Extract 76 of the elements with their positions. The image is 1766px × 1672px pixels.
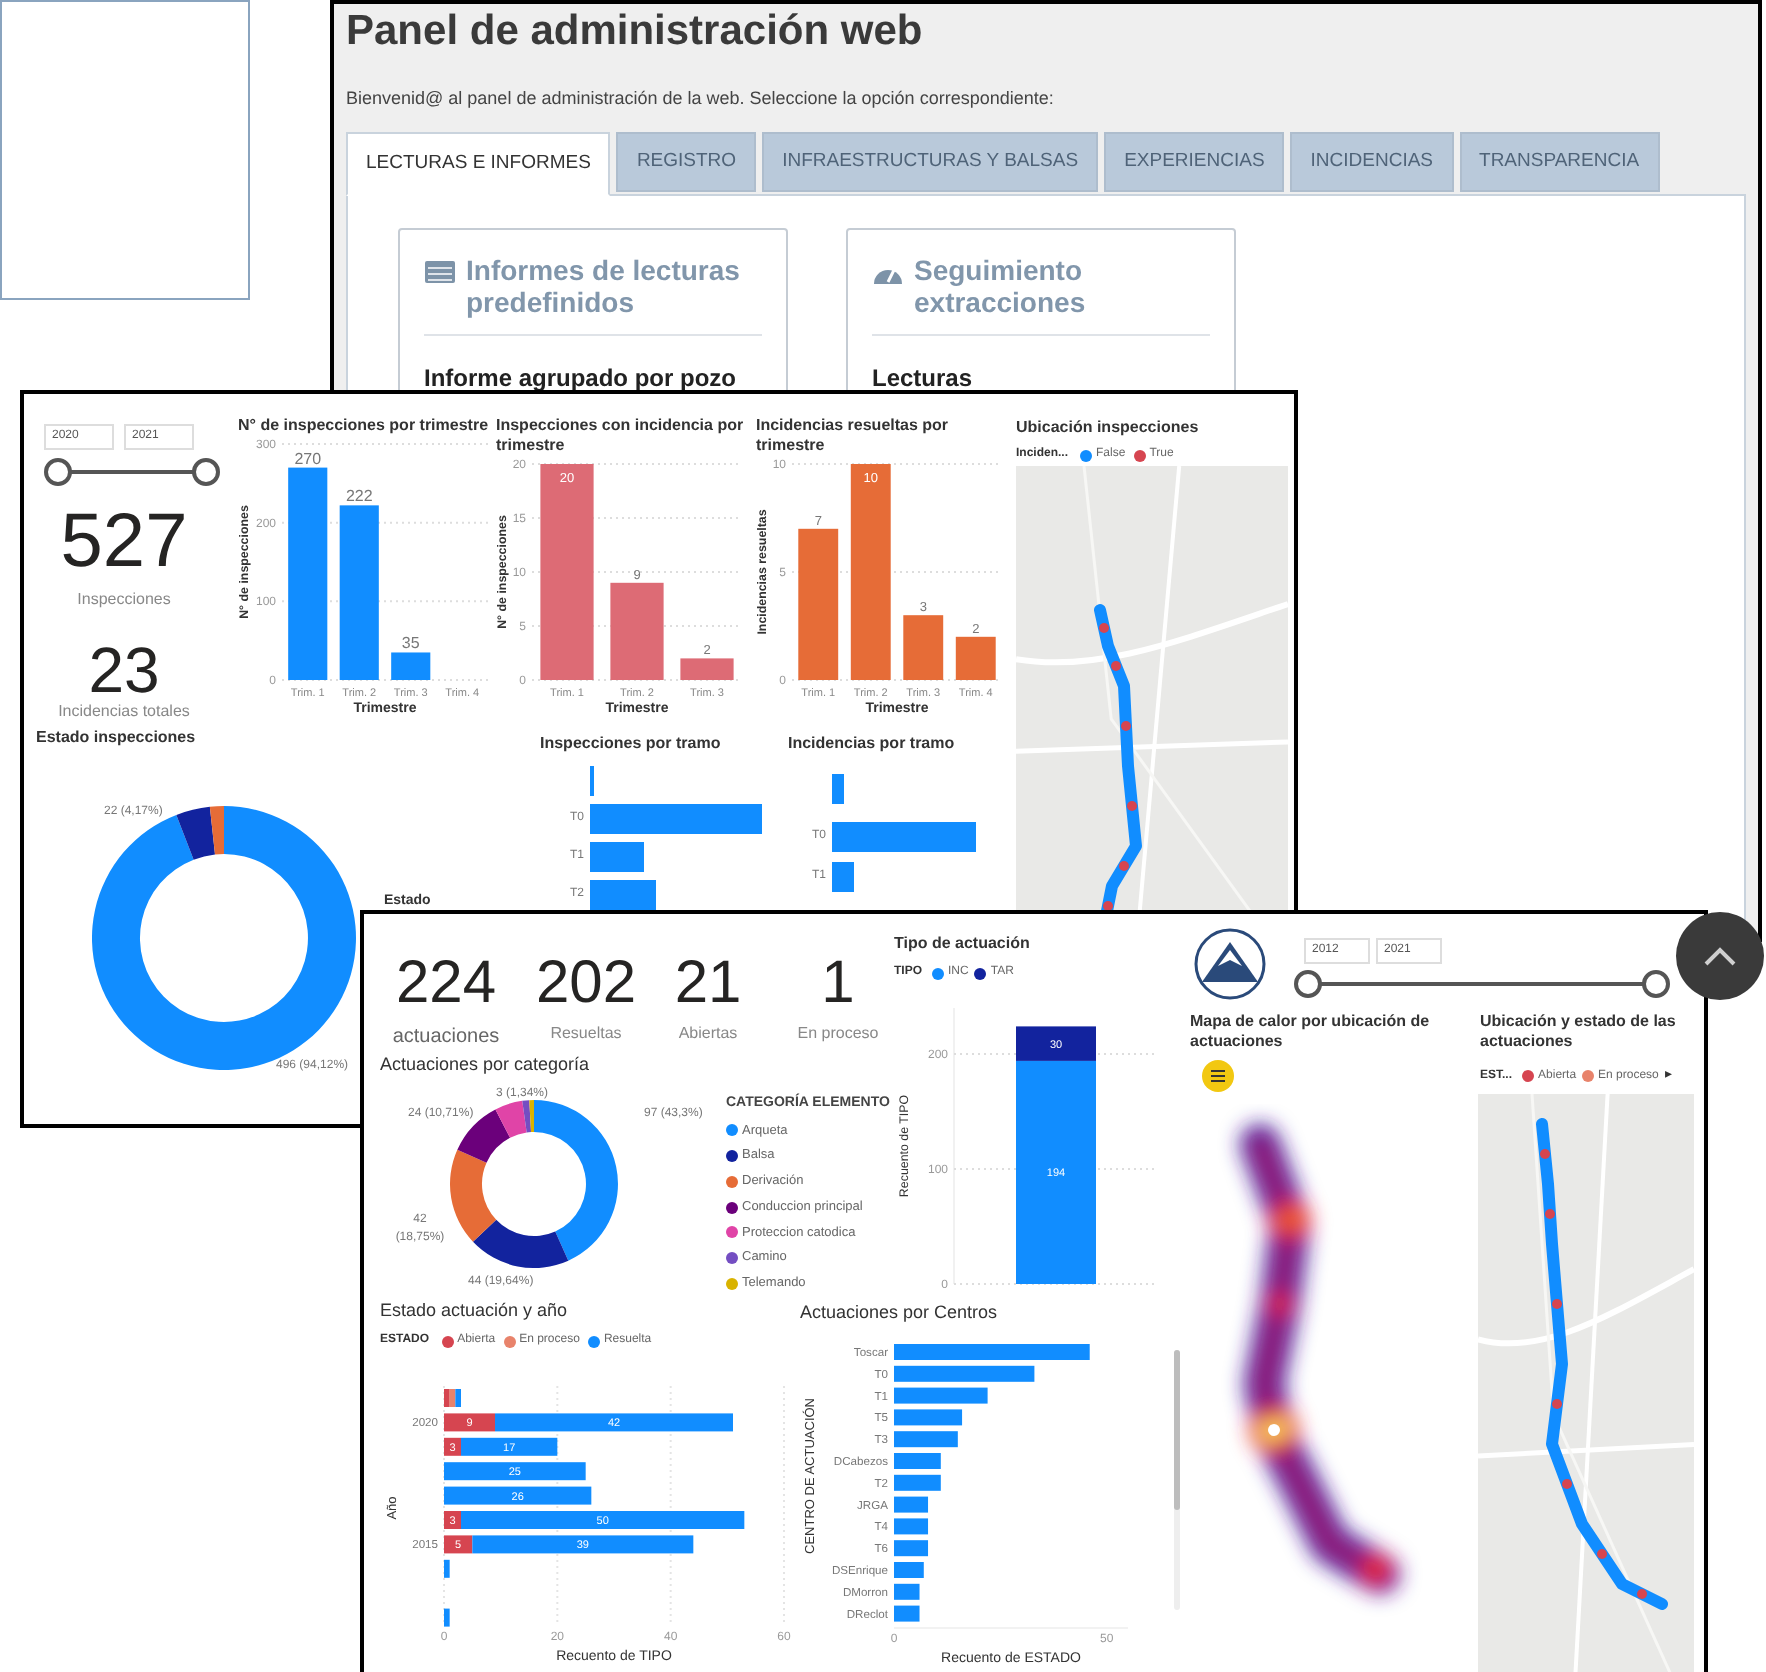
bar — [590, 880, 656, 910]
chart-title: Estado actuación y año — [380, 1298, 568, 1324]
chart-title: Incidencias resueltas por trimestre — [756, 416, 951, 456]
data-label: 270 — [294, 449, 322, 468]
bar — [680, 658, 734, 680]
data-label: 35 — [401, 634, 420, 653]
chart-title: Estado inspecciones — [36, 726, 196, 750]
kpi-value: 224 — [395, 954, 497, 1014]
chart-title: Ubicación y estado de las actuaciones — [1480, 1012, 1678, 1052]
tab[interactable]: REGISTRO — [616, 131, 757, 192]
hotspot-marker — [1268, 1424, 1280, 1436]
slider-thumb[interactable] — [44, 458, 72, 486]
chevron-up-icon — [1704, 946, 1736, 966]
bar — [894, 1562, 924, 1578]
kpi-label: Incidencias totales — [56, 700, 192, 724]
bar — [894, 1605, 920, 1622]
tab[interactable]: TRANSPARENCIA — [1459, 131, 1660, 192]
card-title: Seguimiento extracciones — [914, 253, 1088, 318]
chart-title: Actuaciones por Centros — [800, 1300, 998, 1326]
kpi-value: 202 — [535, 954, 637, 1014]
bar — [894, 1365, 1035, 1382]
tab[interactable]: INFRAESTRUCTURAS Y BALSAS — [762, 131, 1099, 192]
bar — [894, 1453, 941, 1469]
slider-thumb[interactable] — [1294, 970, 1322, 998]
kpi-label: Inspecciones — [75, 588, 173, 612]
chart-title: Actuaciones por categoría — [380, 1052, 590, 1078]
menu-icon — [1202, 1060, 1234, 1092]
bar — [832, 822, 976, 852]
kpi-label: En proceso — [797, 1022, 879, 1046]
range-slider[interactable] — [1294, 970, 1670, 998]
table-icon — [424, 259, 456, 284]
range-slider[interactable] — [44, 458, 220, 486]
bar — [894, 1496, 929, 1513]
page-title: Panel de administración web — [346, 6, 925, 58]
bar — [894, 1387, 988, 1404]
kpi-label: Abiertas — [678, 1022, 738, 1046]
bar — [444, 1608, 450, 1627]
bar — [894, 1518, 929, 1535]
bar — [590, 842, 644, 872]
tab[interactable]: LECTURAS E INFORMES — [346, 131, 611, 196]
chart-title: Inspecciones con incidencia por trimestre — [496, 416, 746, 456]
bar — [391, 652, 431, 680]
menu-link[interactable]: Informe agrupado por pozo — [424, 359, 762, 396]
chart-title: N° de inspecciones por trimestre — [238, 416, 488, 436]
menu-link[interactable]: Lecturas — [872, 359, 1210, 396]
bar — [894, 1431, 958, 1448]
chart-title: Mapa de calor por ubicación de actuaciones — [1190, 1012, 1432, 1052]
chart-title: Tipo de actuación — [894, 932, 1030, 956]
bar — [903, 615, 944, 680]
logo-icon — [1190, 926, 1270, 1002]
bar — [444, 1559, 450, 1578]
bar — [832, 774, 844, 804]
bar — [894, 1474, 941, 1491]
chart-title: Ubicación inspecciones — [1016, 416, 1199, 440]
tab[interactable]: INCIDENCIAS — [1290, 131, 1454, 192]
kpi-label: actuaciones — [392, 1024, 500, 1052]
data-label: 222 — [345, 487, 373, 506]
slider-thumb[interactable] — [192, 458, 220, 486]
kpi-label: Resueltas — [550, 1022, 622, 1046]
card-title: Informes de lecturas predefinidos — [466, 253, 742, 318]
kpi-value: 21 — [674, 954, 742, 1014]
tab[interactable]: EXPERIENCIAS — [1104, 131, 1285, 192]
bar — [444, 1462, 586, 1481]
chart-title: Incidencias por tramo — [788, 732, 955, 756]
chart-title: Inspecciones por tramo — [540, 732, 721, 756]
kpi-value: 23 — [88, 638, 160, 702]
bar — [955, 636, 996, 680]
kpi-value: 1 — [821, 954, 855, 1014]
slider-thumb[interactable] — [1642, 970, 1670, 998]
bar — [832, 862, 854, 892]
bar — [894, 1583, 920, 1600]
bar — [894, 1409, 963, 1426]
kpi-value: 527 — [58, 504, 190, 580]
bar — [610, 582, 664, 680]
bar — [894, 1540, 929, 1557]
welcome-text: Bienvenid@ al panel de administración de la web. Seleccione la opción correspondiente: — [346, 86, 1056, 113]
